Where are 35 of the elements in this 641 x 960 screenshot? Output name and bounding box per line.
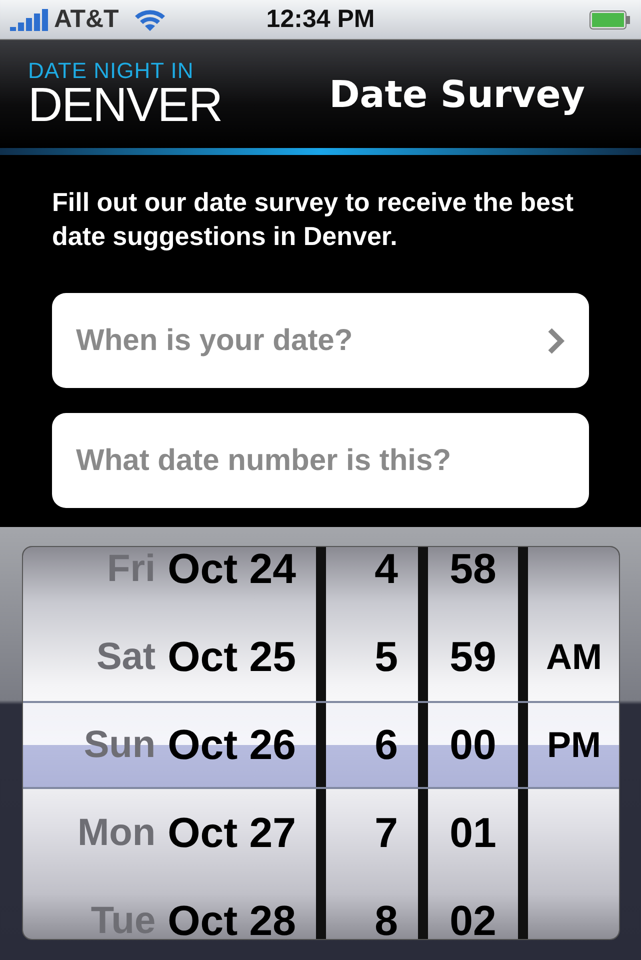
weekday-label: Tue (90, 900, 156, 939)
minute-label: 01 (450, 809, 496, 857)
minute-label: 58 (450, 547, 496, 593)
minute-label: 02 (450, 897, 496, 939)
date-label: Oct 26 (168, 721, 296, 769)
screen-title: Date Survey (329, 72, 585, 116)
logo-tagline: DATE NIGHT IN (28, 59, 195, 83)
hour-label: 4 (374, 547, 398, 593)
hour-label: 6 (374, 721, 398, 769)
picker-row[interactable]: Fri Oct 24 4 58 (23, 547, 619, 613)
date-label: Oct 24 (168, 547, 296, 593)
status-time: 12:34 PM (266, 5, 375, 34)
minute-label: 00 (450, 721, 496, 769)
date-label: Oct 27 (168, 809, 296, 857)
date-label: Oct 25 (168, 633, 296, 681)
weekday-label: Mon (78, 812, 156, 854)
weekday-label: Sat (96, 636, 156, 678)
hour-label: 8 (374, 897, 398, 939)
minute-label: 59 (450, 633, 496, 681)
picker-row[interactable]: Sat Oct 25 5 59 AM (23, 613, 619, 701)
period-label: AM (546, 636, 602, 678)
chevron-icon (547, 326, 565, 354)
period-label: PM (547, 724, 601, 766)
picker-row[interactable]: Mon Oct 27 7 01 (23, 789, 619, 877)
hour-label: 7 (374, 809, 398, 857)
logo-wordmark: DENVER (28, 83, 222, 129)
date-label: Oct 28 (168, 897, 296, 939)
weekday-label: Fri (107, 548, 156, 590)
intro-text: Fill out our date survey to receive the best date suggestions in Denver. (52, 186, 575, 253)
signal-icon (10, 8, 48, 30)
input-field[interactable]: What date number is this? (52, 413, 589, 508)
picker-row[interactable]: Tue Oct 28 8 02 (23, 877, 619, 939)
battery-icon (589, 8, 631, 30)
carrier-name: AT&T (54, 5, 119, 34)
hour-label: 5 (374, 633, 398, 681)
